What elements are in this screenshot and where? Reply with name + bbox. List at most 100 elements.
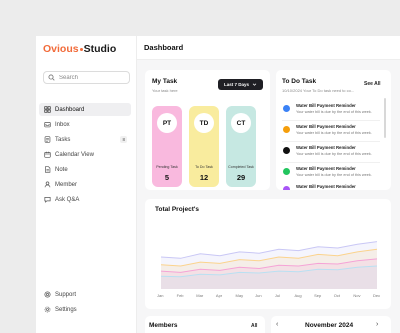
sidebar-item-inbox[interactable]: Inbox	[39, 118, 131, 131]
member-icon	[44, 181, 51, 188]
completed-task-stat[interactable]: CT Completed Task 29	[226, 106, 256, 187]
x-tick-label: Jan	[157, 293, 164, 298]
app-window: OviousStudio Dashboard Inbox Tasks 8 Ca	[36, 36, 400, 333]
reminder-icon	[283, 186, 290, 190]
todo-title: To Do Task	[282, 78, 317, 85]
date-range-label: Last 7 Days	[223, 82, 249, 87]
brand-dot	[79, 48, 83, 51]
members-all-link[interactable]: All	[251, 323, 257, 329]
todo-scrollbar[interactable]	[384, 98, 386, 138]
todo-item-title: Water Bill Payment Reminder	[296, 184, 356, 189]
pending-task-value: 5	[164, 173, 170, 182]
see-all-link[interactable]: See All	[364, 81, 381, 87]
brand-part1: Ovious	[43, 43, 79, 55]
reminder-icon	[283, 147, 290, 154]
todo-item[interactable]: Water Bill Payment Reminder Your water b…	[281, 164, 381, 184]
reminder-icon	[283, 105, 290, 112]
todo-item-desc: Your water bill is due by the end of thi…	[296, 131, 372, 135]
reminder-icon	[283, 126, 290, 133]
sidebar: OviousStudio Dashboard Inbox Tasks 8 Ca	[36, 36, 137, 333]
todo-date-line: 10/10/2024 Your To Do task need to co...	[282, 88, 355, 93]
sidebar-item-label: Calendar View	[55, 151, 94, 158]
sidebar-item-support[interactable]: Support	[39, 288, 131, 301]
x-tick-label: Sep	[314, 293, 322, 298]
sidebar-item-tasks[interactable]: Tasks 8	[39, 133, 131, 146]
search-input[interactable]	[59, 74, 129, 81]
x-tick-label: Dec	[373, 293, 381, 298]
calendar-next-button[interactable]: ›	[376, 321, 378, 328]
todo-item[interactable]: Water Bill Payment Reminder Your water b…	[281, 122, 381, 142]
todo-item-title: Water Bill Payment Reminder	[296, 145, 356, 150]
todo-item-desc: Your water bill is due by the end of thi…	[296, 110, 372, 114]
my-task-card: My Task Your task here Last 7 Days PT Pe…	[145, 70, 270, 190]
x-tick-label: Mar	[196, 293, 204, 298]
sidebar-item-label: Note	[55, 166, 68, 173]
calendar-prev-button[interactable]: ‹	[276, 321, 278, 328]
todo-task-label: To Do Task	[195, 165, 213, 169]
reminder-icon	[283, 168, 290, 175]
note-icon	[45, 166, 51, 173]
support-icon	[44, 291, 51, 298]
sidebar-item-label: Inbox	[55, 121, 70, 128]
completed-task-initials: CT	[231, 113, 251, 133]
sidebar-item-note[interactable]: Note	[39, 163, 131, 176]
sidebar-item-calendar-view[interactable]: Calendar View	[39, 148, 131, 161]
todo-item-desc: Your water bill is due by the end of thi…	[296, 173, 372, 177]
x-tick-label: Apr	[215, 293, 223, 298]
sidebar-item-label: Member	[55, 181, 78, 188]
pending-task-label: Pending Task	[156, 165, 178, 169]
todo-task-card: To Do Task 10/10/2024 Your To Do task ne…	[276, 70, 391, 190]
todo-item[interactable]: Water Bill Payment Reminder Your water b…	[281, 101, 381, 121]
sidebar-item-dashboard[interactable]: Dashboard	[39, 103, 131, 116]
divider	[282, 162, 380, 163]
todo-item-title: Water Bill Payment Reminder	[296, 166, 356, 171]
calendar-card: ‹ November 2024 ›	[271, 316, 391, 333]
divider	[282, 120, 380, 121]
divider	[282, 141, 380, 142]
sidebar-item-label: Settings	[55, 306, 77, 313]
gear-icon	[44, 306, 51, 313]
todo-task-stat[interactable]: TD To Do Task 12	[189, 106, 219, 187]
todo-task-value: 12	[199, 173, 209, 182]
completed-task-value: 29	[236, 173, 246, 182]
sidebar-item-label: Tasks	[55, 136, 71, 143]
chevron-down-icon	[252, 83, 257, 86]
grid-icon	[44, 106, 51, 113]
pending-task-initials: PT	[157, 113, 177, 133]
members-card: Members All	[145, 316, 265, 333]
nav-list: Dashboard Inbox Tasks 8 Calendar View No…	[39, 103, 131, 208]
x-tick-label: Nov	[353, 293, 361, 298]
inbox-icon	[44, 122, 51, 128]
top-bar: Dashboard	[137, 36, 400, 60]
todo-item[interactable]: Water Bill Payment Reminder	[281, 182, 381, 190]
calendar-month: November 2024	[305, 322, 354, 329]
search-box[interactable]	[43, 71, 130, 84]
my-task-subtitle: Your task here	[152, 88, 178, 93]
x-tick-label: Aug	[294, 293, 302, 298]
sidebar-item-label: Ask Q&A	[55, 196, 80, 203]
todo-item-title: Water Bill Payment Reminder	[296, 124, 356, 129]
my-task-title: My Task	[152, 78, 178, 85]
page-title: Dashboard	[144, 43, 184, 52]
x-tick-label: Feb	[176, 293, 184, 298]
sidebar-item-settings[interactable]: Settings	[39, 303, 131, 316]
date-range-dropdown[interactable]: Last 7 Days	[218, 79, 263, 90]
sidebar-item-label: Support	[55, 291, 77, 298]
sidebar-item-ask-qa[interactable]: Ask Q&A	[39, 193, 131, 206]
x-tick-label: Jun	[255, 293, 262, 298]
completed-task-label: Completed Task	[228, 165, 254, 169]
pending-task-stat[interactable]: PT Pending Task 5	[152, 106, 182, 187]
brand-part2: Studio	[83, 43, 117, 55]
sidebar-item-member[interactable]: Member	[39, 178, 131, 191]
nav-bottom-list: Support Settings	[39, 288, 131, 318]
chat-icon	[44, 197, 51, 203]
tasks-icon	[44, 136, 51, 143]
todo-item[interactable]: Water Bill Payment Reminder Your water b…	[281, 143, 381, 163]
calendar-icon	[44, 151, 51, 158]
brand-logo[interactable]: Ovious Studio	[43, 43, 116, 55]
todo-task-initials: TD	[194, 113, 214, 133]
sidebar-item-label: Dashboard	[55, 106, 85, 113]
x-tick-label: Oct	[333, 293, 340, 298]
search-icon	[48, 74, 55, 81]
todo-item-title: Water Bill Payment Reminder	[296, 103, 356, 108]
